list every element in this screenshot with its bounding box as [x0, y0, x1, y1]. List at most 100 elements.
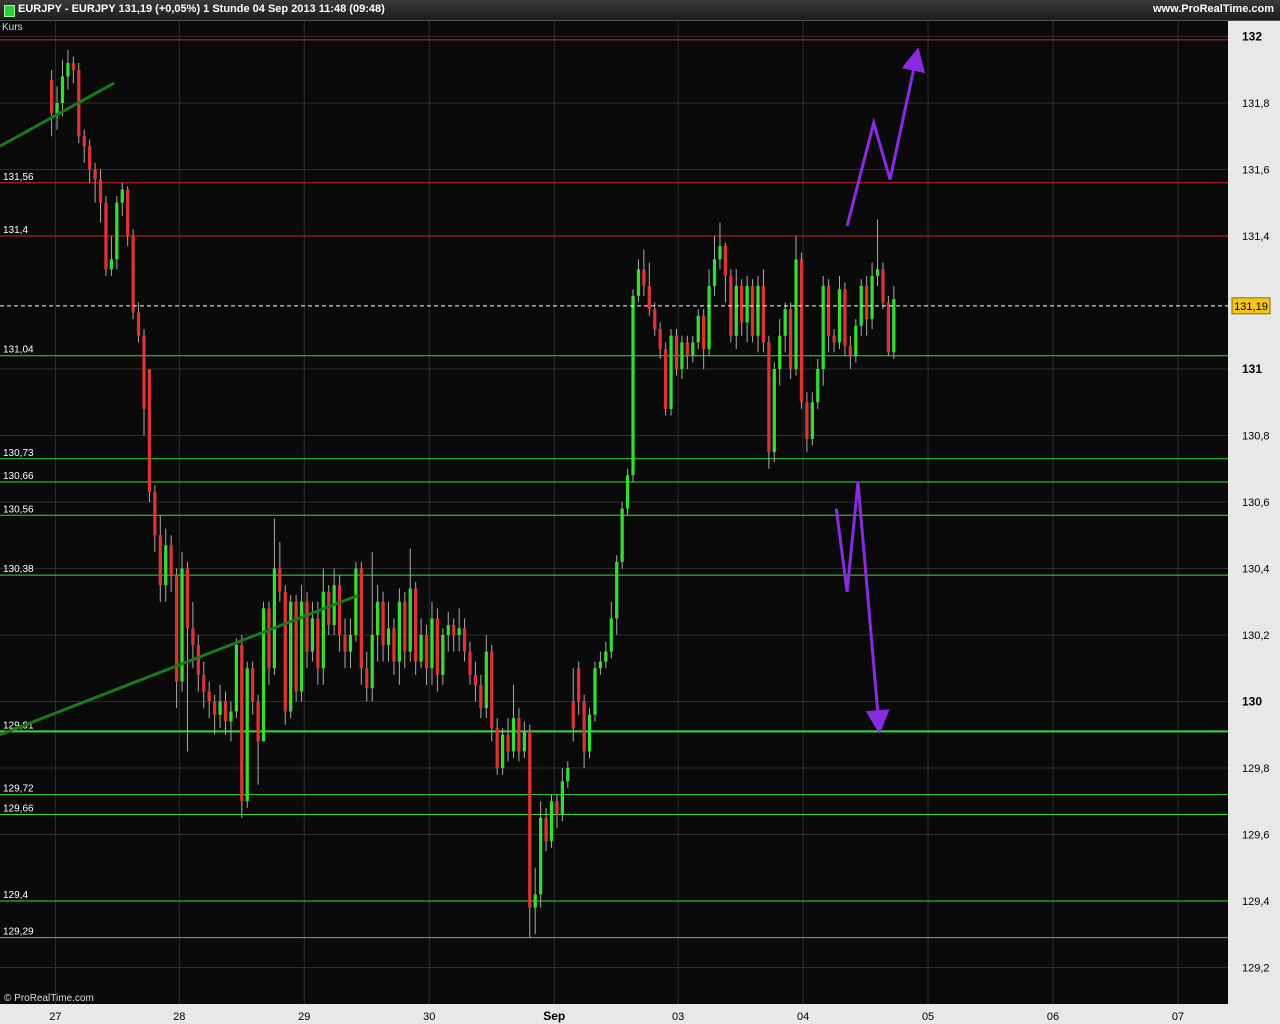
chart-title: EURJPY - EURJPY 131,19 (+0,05%) 1 Stunde… [18, 3, 385, 15]
y-tick-label: 131,4 [1242, 231, 1270, 243]
candle-body [359, 568, 363, 669]
candle-body [881, 269, 885, 303]
candle-body [473, 674, 478, 685]
level-label: 129,66 [3, 804, 34, 815]
candle-body [267, 608, 271, 669]
candle-body [707, 285, 711, 350]
candle-body [642, 269, 646, 286]
candle-body [609, 618, 613, 652]
x-tick-label: 04 [797, 1011, 809, 1023]
candle-body [566, 768, 570, 782]
instrument-icon [4, 5, 15, 17]
candle-body [647, 285, 651, 310]
candle-body [88, 146, 92, 170]
candle-body [495, 728, 499, 768]
y-tick-label: 130,8 [1242, 431, 1270, 443]
candle-body [223, 701, 228, 722]
candle-body [767, 342, 771, 453]
candle-body [316, 618, 320, 669]
candle-body [604, 651, 608, 662]
y-tick-label: 132 [1242, 30, 1262, 44]
candle-body [468, 651, 472, 675]
candle-body [826, 285, 831, 336]
candle-body [848, 345, 852, 356]
candle-body [392, 628, 396, 662]
candlestick-chart[interactable]: 132 131,8 131,6 131,4 131 130,8 130,6 130,4 130,… [0, 21, 1280, 1024]
y-tick-label: 130 [1242, 695, 1262, 709]
candle-body [256, 701, 260, 742]
level-label: 131,4 [3, 225, 28, 236]
candle-body [126, 189, 130, 236]
candle-body [615, 561, 619, 619]
candle-body [381, 601, 385, 645]
candle-body [696, 315, 700, 343]
level-label: 129,72 [3, 784, 34, 795]
candle-body [234, 644, 238, 712]
candle-body [799, 259, 804, 403]
candle-body [424, 635, 429, 669]
level-label: 130,38 [3, 564, 34, 575]
candle-body [577, 668, 581, 702]
candle-body [778, 335, 782, 369]
candle-body [348, 635, 353, 652]
candle-body [278, 568, 282, 592]
candle-body [115, 202, 119, 260]
candle-body [191, 628, 195, 645]
y-tick-label: 129,4 [1242, 896, 1270, 908]
candle-body [794, 259, 798, 369]
level-label: 130,56 [3, 504, 34, 515]
candle-body [620, 508, 624, 562]
candle-body [821, 285, 825, 369]
candle-body [283, 591, 287, 712]
x-tick-label: 27 [49, 1011, 61, 1023]
x-tick-label: 07 [1172, 1011, 1184, 1023]
candle-body [625, 475, 630, 509]
candle-body [82, 136, 86, 147]
candle-body [93, 169, 97, 180]
candle-body [843, 289, 847, 346]
candle-body [452, 625, 456, 635]
candle-body [251, 668, 255, 702]
candle-body [261, 608, 266, 742]
candle-body [560, 781, 565, 815]
candle-body [745, 285, 749, 323]
y-tick-label: 130,4 [1242, 564, 1270, 576]
candle-body [430, 618, 434, 669]
candle-body [490, 651, 494, 729]
candle-body [750, 285, 755, 336]
brand-link[interactable]: www.ProRealTime.com [1153, 3, 1274, 15]
candle-body [772, 369, 776, 453]
candle-body [555, 801, 559, 815]
candle-body [517, 718, 521, 752]
candle-body [207, 691, 211, 702]
candle-body [397, 601, 402, 662]
candle-body [354, 568, 358, 635]
candle-body [131, 236, 135, 313]
candle-body [571, 701, 575, 729]
candle-body [810, 402, 814, 439]
candle-body [240, 644, 244, 802]
candle-body [680, 342, 684, 369]
y-tick-label: 131,6 [1242, 165, 1270, 177]
candle-body [376, 601, 380, 635]
x-tick-label: 06 [1047, 1011, 1059, 1023]
x-tick-label: 03 [672, 1011, 684, 1023]
copyright-text: © ProRealTime.com [4, 993, 94, 1004]
candle-body [158, 535, 162, 586]
candle-body [289, 601, 293, 712]
y-tick-label: 130,2 [1242, 630, 1270, 642]
candle-body [691, 342, 695, 356]
candle-body [653, 309, 657, 330]
candle-body [854, 325, 858, 356]
candle-body [321, 591, 325, 669]
candle-body [702, 315, 706, 350]
candle-body [305, 601, 309, 652]
level-label: 130,73 [3, 448, 34, 459]
candle-body [299, 601, 304, 692]
plot-background [0, 21, 1228, 1004]
candle-body [582, 701, 586, 752]
candle-body [484, 651, 488, 709]
x-tick-label: Sep [543, 1009, 565, 1023]
candle-body [718, 245, 722, 260]
y-tick-label: 129,6 [1242, 830, 1270, 842]
